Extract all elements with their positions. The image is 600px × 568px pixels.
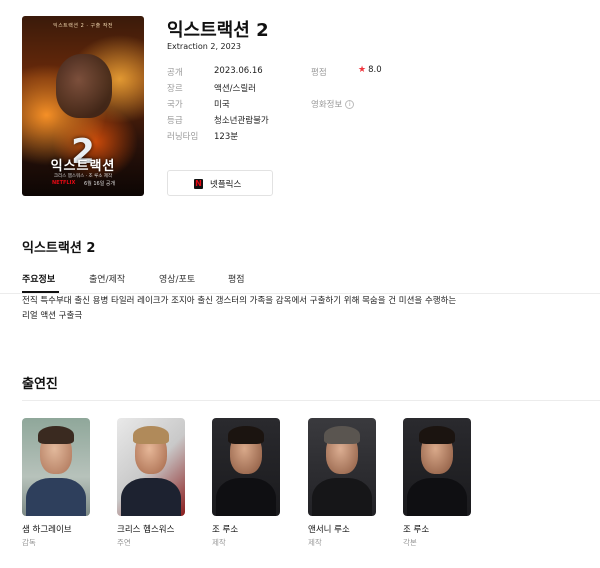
cast-body [407,478,467,516]
country-label: 국가 [167,100,183,110]
poster-netflix-mark: NETFLIX [52,180,76,186]
cast-role: 각본 [403,538,417,547]
movie-subtitle: Extraction 2, 2023 [167,42,241,51]
release-value: 2023.06.16 [214,66,263,76]
cast-body [312,478,372,516]
cast-name[interactable]: 크리스 헴스워스 [117,523,185,535]
poster-title: 익스트랙션 [50,159,116,174]
star-icon: ★ [358,65,367,75]
cast-photo[interactable] [403,418,471,516]
cast-card[interactable]: 조 루소 제작 [212,418,280,548]
cast-photo[interactable] [212,418,280,516]
poster-tagline: 익스트랙션 2 · 구출 작전 [52,23,114,29]
tab-video-photo[interactable]: 영상/포토 [159,272,195,285]
poster-credits: 크리스 헴스워스 · 조 루소 제작 [53,174,113,179]
cast-divider [22,400,600,401]
section-title: 익스트랙션 2 [22,241,96,256]
synopsis-line-2: 리얼 액션 구출극 [22,311,83,321]
synopsis: 전직 특수부대 출신 용병 타일러 레이크가 조지아 출신 갱스터의 가족을 감… [22,294,582,324]
expand-icon[interactable] [142,188,144,196]
tab-cast-crew[interactable]: 출연/제작 [89,272,125,285]
cast-body [216,478,276,516]
cast-name[interactable]: 샘 하그레이브 [22,523,90,535]
cast-name[interactable]: 조 루소 [403,523,471,535]
movieinfo-label: 영화정보 [311,100,343,110]
info-tabs: 주요정보 출연/제작 영상/포토 평점 [0,264,600,294]
runtime-value: 123분 [214,132,239,142]
cast-hair [228,426,264,444]
synopsis-line-1: 전직 특수부대 출신 용병 타일러 레이크가 조지아 출신 갱스터의 가족을 감… [22,296,457,306]
movieinfo-label-group[interactable]: 영화정보 i [311,98,355,110]
tab-ratings[interactable]: 평점 [228,272,245,285]
cast-hair [133,426,169,444]
genre-label: 장르 [167,84,183,94]
cast-name[interactable]: 조 루소 [212,523,280,535]
score-value: 8.0 [368,65,382,75]
score-label: 평점 [311,68,327,78]
release-label: 공개 [167,68,183,78]
cast-body [121,478,181,516]
cast-name[interactable]: 앤서니 루소 [308,523,376,535]
country-value: 미국 [214,100,230,110]
tab-main-info[interactable]: 주요정보 [22,272,55,285]
rating-label: 등급 [167,116,183,126]
cast-photo[interactable] [117,418,185,516]
cast-card[interactable]: 조 루소 각본 [403,418,471,548]
movie-poster[interactable]: 익스트랙션 2 · 구출 작전 2 익스트랙션 크리스 헴스워스 · 조 루소 … [22,16,144,196]
cast-card[interactable]: 앤서니 루소 제작 [308,418,376,548]
poster-figure [56,54,112,118]
cast-card[interactable]: 샘 하그레이브 감독 [22,418,90,548]
cast-hair [324,426,360,444]
cast-role: 감독 [22,538,36,547]
movie-title: 익스트랙션 2 [167,20,269,41]
cast-role: 제작 [212,538,226,547]
cast-role: 제작 [308,538,322,547]
cast-hair [419,426,455,444]
netflix-watch-button[interactable]: N 넷플릭스 [167,170,273,196]
score-value-group: ★ 8.0 [358,65,382,75]
runtime-label: 러닝타임 [167,132,199,142]
cast-photo[interactable] [22,418,90,516]
info-icon[interactable]: i [345,100,355,109]
cast-section-title: 출연진 [22,377,58,392]
poster-date: 6월 16일 공개 [84,181,116,187]
cast-card[interactable]: 크리스 헴스워스 주연 [117,418,185,548]
netflix-button-label: 넷플릭스 [210,180,242,190]
rating-value: 청소년관람불가 [214,116,269,126]
cast-photo[interactable] [308,418,376,516]
cast-body [26,478,86,516]
genre-value: 액션/스릴러 [214,84,256,94]
cast-hair [38,426,74,444]
netflix-logo-icon: N [194,179,203,189]
cast-role: 주연 [117,538,131,547]
